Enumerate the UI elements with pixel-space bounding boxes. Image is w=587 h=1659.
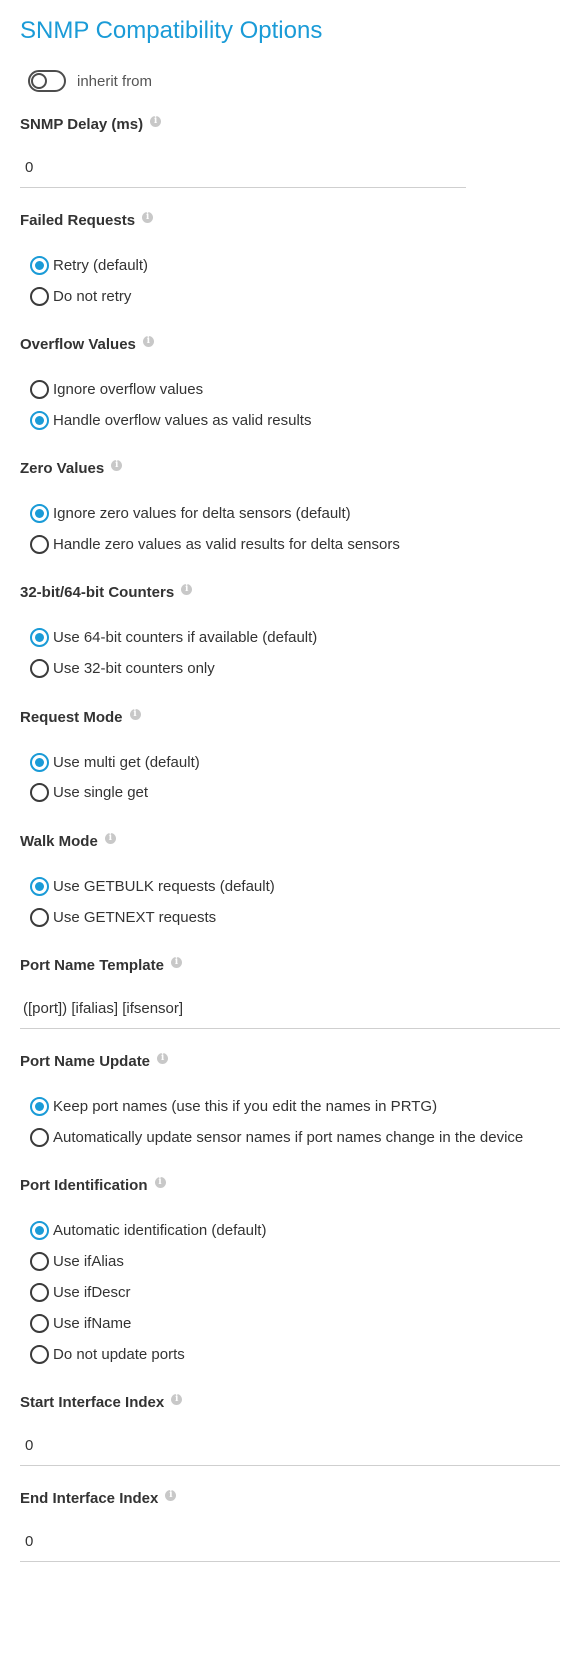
radio-button[interactable] [30,286,49,306]
radio-handle-overflow[interactable]: Handle overflow values as valid results [30,408,311,432]
radio-64bit[interactable]: Use 64-bit counters if available (defaul… [30,625,317,649]
end-interface-index-label: End Interface Index i [20,1489,177,1509]
radio-button[interactable] [30,1096,49,1116]
request-mode-label: Request Mode i [20,708,141,728]
info-icon[interactable]: i [157,1052,169,1064]
info-icon[interactable]: i [142,211,154,223]
radio-button[interactable] [30,1344,49,1364]
port-identification-label: Port Identification i [20,1176,166,1196]
page-title: SNMP Compatibility Options [20,17,323,44]
inherit-toggle[interactable] [28,70,66,92]
inherit-label: inherit from [77,73,153,90]
radio-button[interactable] [30,752,49,772]
snmp-delay-label: SNMP Delay (ms) i [20,115,162,135]
failed-requests-label: Failed Requests i [20,211,154,231]
radio-button[interactable] [30,379,49,399]
radio-button[interactable] [30,255,49,275]
info-icon[interactable]: i [154,1176,166,1188]
radio-button[interactable] [30,1313,49,1333]
radio-multi-get[interactable]: Use multi get (default) [30,750,200,774]
radio-button[interactable] [30,410,49,430]
radio-do-not-update-ports[interactable]: Do not update ports [30,1342,185,1366]
info-icon[interactable]: i [111,459,123,471]
radio-ignore-zero[interactable]: Ignore zero values for delta sensors (de… [30,501,351,525]
port-name-template-input[interactable]: ([port]) [ifalias] [ifsensor] [20,989,560,1029]
radio-button[interactable] [30,1220,49,1240]
radio-ignore-overflow[interactable]: Ignore overflow values [30,377,203,401]
radio-button[interactable] [30,907,49,927]
radio-button[interactable] [30,658,49,678]
info-icon[interactable]: i [170,956,182,968]
radio-getnext[interactable]: Use GETNEXT requests [30,905,216,929]
radio-automatic-identification[interactable]: Automatic identification (default) [30,1218,266,1242]
radio-use-ifname[interactable]: Use ifName [30,1311,131,1335]
start-interface-index-label: Start Interface Index i [20,1393,183,1413]
start-interface-index-input[interactable]: 0 [20,1426,560,1466]
radio-button[interactable] [30,876,49,896]
overflow-values-label: Overflow Values i [20,335,154,355]
radio-button[interactable] [30,782,49,802]
radio-retry[interactable]: Retry (default) [30,253,148,277]
info-icon[interactable]: i [171,1393,183,1405]
radio-handle-zero[interactable]: Handle zero values as valid results for … [30,532,400,556]
zero-values-label: Zero Values i [20,459,123,479]
radio-use-ifalias[interactable]: Use ifAlias [30,1249,124,1273]
info-icon[interactable]: i [142,335,154,347]
radio-use-ifdescr[interactable]: Use ifDescr [30,1280,131,1304]
radio-keep-port-names[interactable]: Keep port names (use this if you edit th… [30,1094,437,1118]
radio-button[interactable] [30,1127,49,1147]
info-icon[interactable]: i [150,115,162,127]
port-name-update-label: Port Name Update i [20,1052,169,1072]
radio-do-not-retry[interactable]: Do not retry [30,284,131,308]
toggle-knob [31,73,47,89]
radio-button[interactable] [30,503,49,523]
end-interface-index-input[interactable]: 0 [20,1522,560,1562]
radio-button[interactable] [30,1251,49,1271]
info-icon[interactable]: i [129,708,141,720]
radio-button[interactable] [30,534,49,554]
radio-32bit[interactable]: Use 32-bit counters only [30,656,215,680]
radio-button[interactable] [30,627,49,647]
port-name-template-label: Port Name Template i [20,956,182,976]
snmp-delay-input[interactable]: 0 [20,148,466,188]
walk-mode-label: Walk Mode i [20,832,116,852]
radio-getbulk[interactable]: Use GETBULK requests (default) [30,874,275,898]
radio-auto-update-names[interactable]: Automatically update sensor names if por… [30,1125,523,1149]
radio-button[interactable] [30,1282,49,1302]
radio-single-get[interactable]: Use single get [30,780,148,804]
info-icon[interactable]: i [181,583,193,595]
info-icon[interactable]: i [165,1489,177,1501]
info-icon[interactable]: i [104,832,116,844]
counters-label: 32-bit/64-bit Counters i [20,583,193,603]
